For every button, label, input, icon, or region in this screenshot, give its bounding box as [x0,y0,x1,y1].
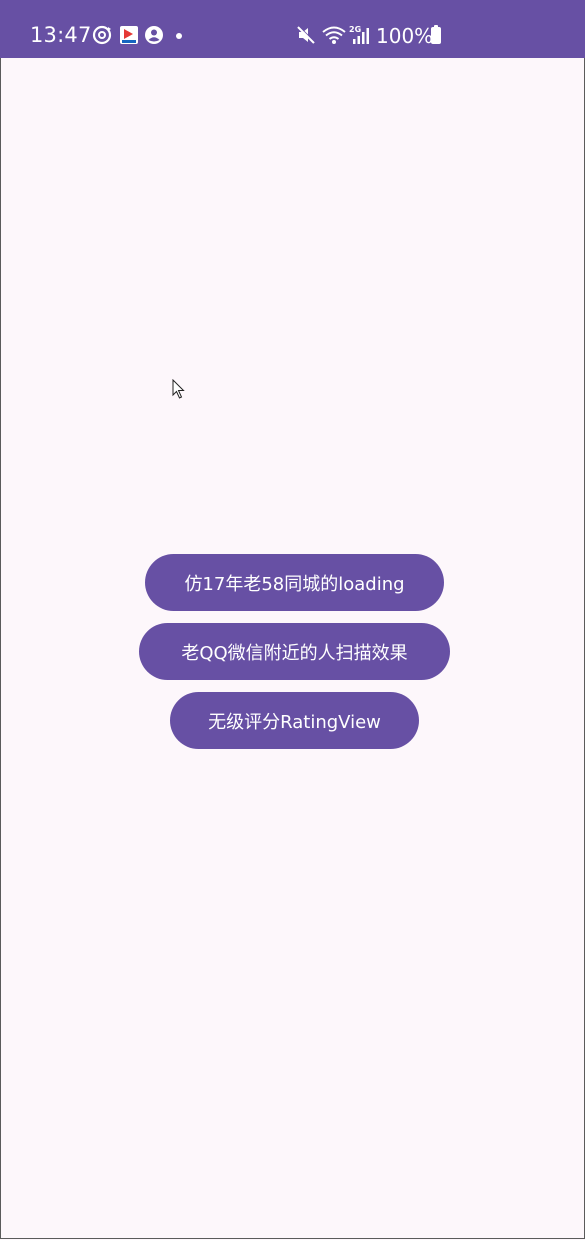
battery-percent: 100% [376,24,434,48]
status-bar: 13:47 2G 100% [0,0,585,58]
wifi-icon [321,24,347,46]
loading-demo-button[interactable]: 仿17年老58同城的loading [145,554,444,611]
status-time: 13:47 [30,23,92,47]
account-icon [143,24,165,46]
rating-view-demo-button-label: 无级评分RatingView [208,711,381,733]
notification-dot [176,33,182,39]
mute-icon [295,24,317,46]
radar-scan-demo-button-label: 老QQ微信附近的人扫描效果 [181,642,408,664]
mouse-cursor-icon [172,378,186,399]
loading-demo-button-label: 仿17年老58同城的loading [184,573,405,595]
radar-scan-demo-button[interactable]: 老QQ微信附近的人扫描效果 [139,623,450,680]
app-notification-icon [118,24,140,46]
signal-icon [352,24,370,46]
battery-icon [431,25,441,44]
app-window [0,0,585,1239]
rating-view-demo-button[interactable]: 无级评分RatingView [170,692,419,749]
sync-icon [91,24,113,46]
